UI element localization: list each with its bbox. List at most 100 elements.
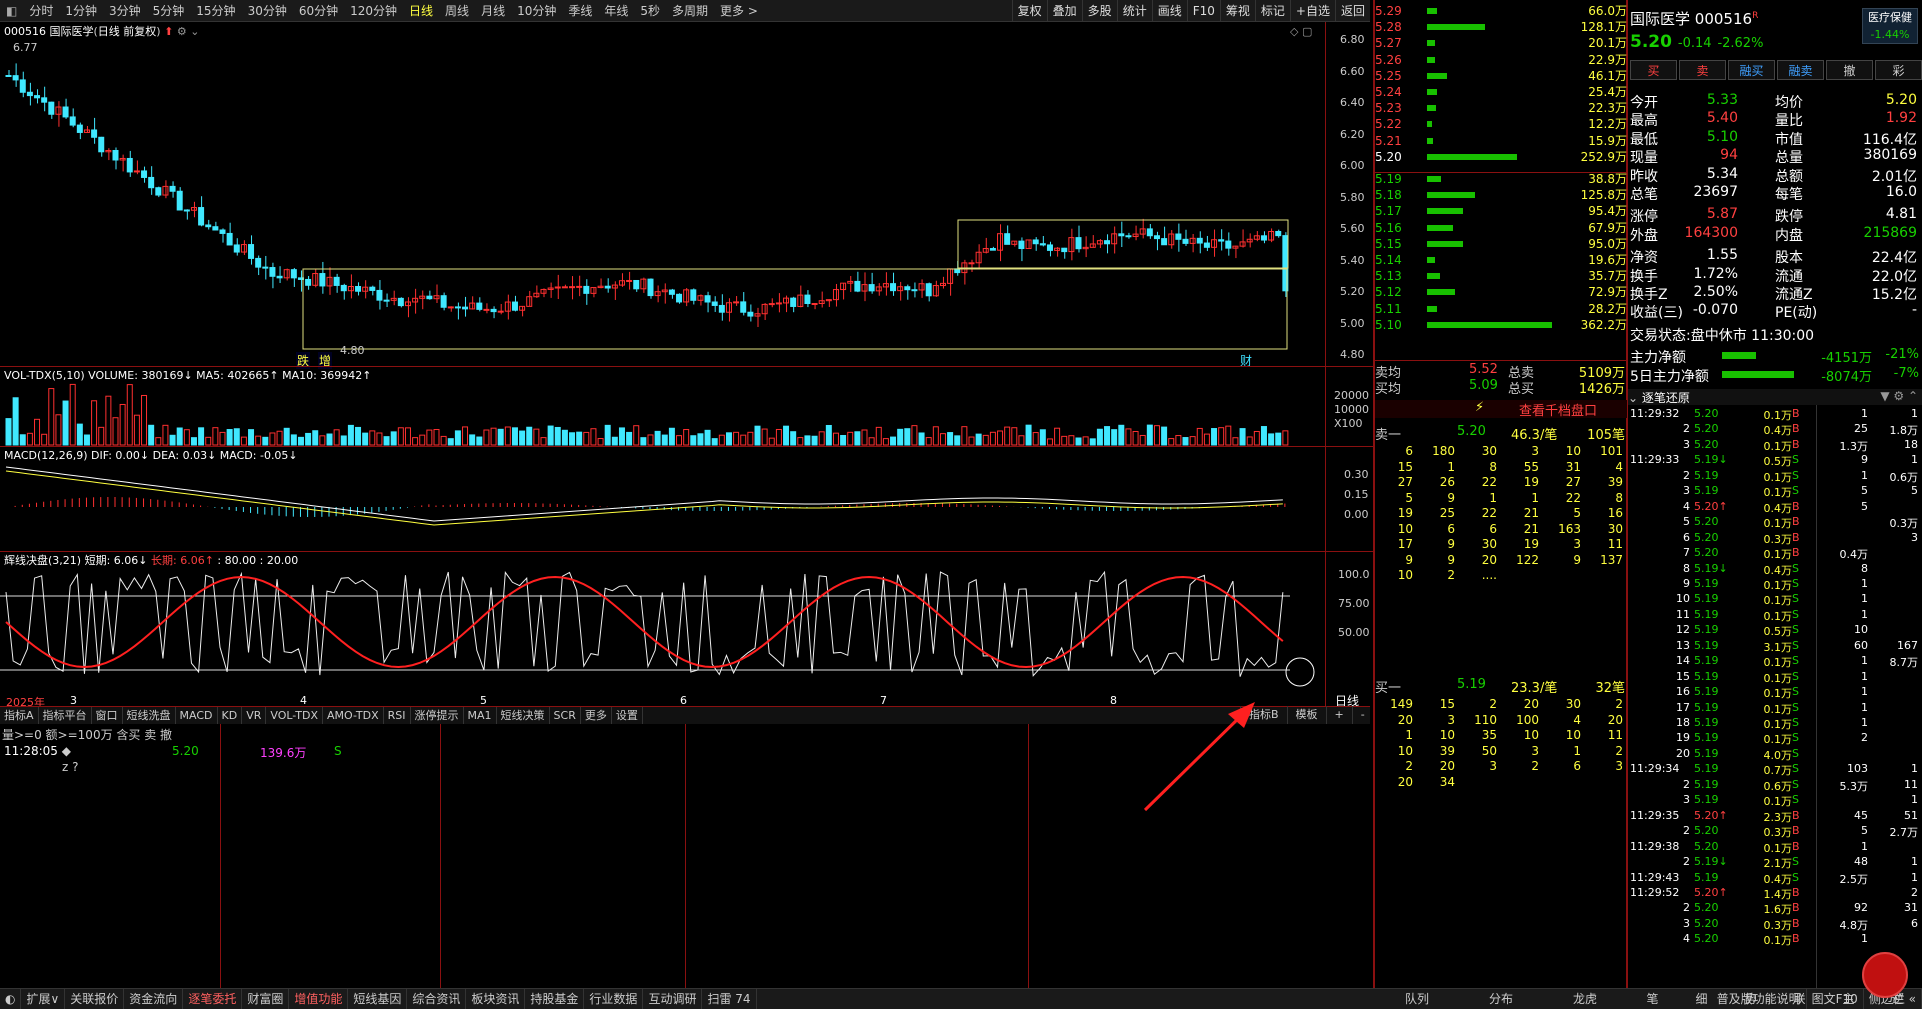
ob-row[interactable]: 5.18 125.8万 <box>1375 187 1627 203</box>
bottom-tab-11[interactable]: 互动调研 <box>643 989 703 1009</box>
ind-tab-14[interactable]: 更多 <box>581 707 612 724</box>
bottom-tab-0[interactable]: 扩展∨ <box>21 989 66 1009</box>
period-tab-11[interactable]: 10分钟 <box>511 0 562 21</box>
toolbar-btn-6[interactable]: 筹视 <box>1219 0 1255 22</box>
toolbar-btn-0[interactable]: 复权 <box>1011 0 1047 22</box>
trade-btn-2[interactable]: 融买 <box>1728 60 1775 80</box>
ob-row[interactable]: 5.19 38.8万 <box>1375 171 1627 187</box>
ind-tab-5[interactable]: KD <box>218 707 243 724</box>
bottom-tab-8[interactable]: 板块资讯 <box>466 989 526 1009</box>
tick-tab-3[interactable]: 联 <box>1775 990 1824 1007</box>
bottom-tab-2[interactable]: 资金流向 <box>124 989 184 1009</box>
oscillator-chart[interactable] <box>0 552 1375 707</box>
trade-btn-0[interactable]: 买 <box>1630 60 1677 80</box>
period-tab-3[interactable]: 5分钟 <box>147 0 191 21</box>
toolbar-btn-2[interactable]: 多股 <box>1081 0 1117 22</box>
period-tab-8[interactable]: 日线 <box>403 0 439 21</box>
bottom-tab-9[interactable]: 持股基金 <box>525 989 585 1009</box>
period-tab-13[interactable]: 年线 <box>598 0 634 21</box>
ob-row[interactable]: 5.12 72.9万 <box>1375 284 1627 300</box>
toolbar-btn-5[interactable]: F10 <box>1186 0 1220 22</box>
trade-btn-3[interactable]: 融卖 <box>1777 60 1824 80</box>
bottom-tab-5[interactable]: 增值功能 <box>289 989 349 1009</box>
bottom-tab-12[interactable]: 扫雷 74 <box>702 989 757 1009</box>
bottom-tab-6[interactable]: 短线基因 <box>348 989 408 1009</box>
ob-row[interactable]: 5.21 15.9万 <box>1375 133 1627 149</box>
toolbar-btn-1[interactable]: 叠加 <box>1046 0 1082 22</box>
period-tab-4[interactable]: 15分钟 <box>190 0 241 21</box>
period-tab-5[interactable]: 30分钟 <box>242 0 293 21</box>
filter-text[interactable]: 量>=0 额>=100万 含买 卖 撤 <box>2 726 172 743</box>
ind-tab-7[interactable]: VOL-TDX <box>266 707 323 724</box>
bottom-tab-3[interactable]: 逐笔委托 <box>183 989 243 1009</box>
chevron-down-icon[interactable]: ⌄ <box>1628 391 1638 405</box>
ob-row[interactable]: 5.13 35.7万 <box>1375 268 1627 284</box>
ind-tab-4[interactable]: MACD <box>176 707 218 724</box>
ob-row[interactable]: 5.28 128.1万 <box>1375 19 1627 35</box>
ob-tab-2[interactable]: 龙虎 <box>1543 990 1627 1007</box>
period-tab-7[interactable]: 120分钟 <box>344 0 403 21</box>
filter-row[interactable]: 11:28:05 ◆ 5.20 139.6万 S <box>4 744 354 758</box>
period-tab-14[interactable]: 5秒 <box>634 0 666 21</box>
ob-tab-0[interactable]: 队列 <box>1375 990 1459 1007</box>
ob-row[interactable]: 5.14 19.6万 <box>1375 252 1627 268</box>
ind-right-tab-1[interactable]: 模板 <box>1286 706 1326 724</box>
period-tab-12[interactable]: 季线 <box>562 0 598 21</box>
ind-right-tab-3[interactable]: - <box>1351 706 1373 724</box>
bottom-tab-1[interactable]: 关联报价 <box>65 989 125 1009</box>
tick-tab-1[interactable]: 细 <box>1677 990 1726 1007</box>
ob-row[interactable]: 5.29 66.0万 <box>1375 3 1627 19</box>
ind-tab-10[interactable]: 涨停提示 <box>411 707 464 724</box>
ind-tab-1[interactable]: 指标平台 <box>39 707 92 724</box>
ind-tab-6[interactable]: VR <box>242 707 267 724</box>
sector-badge[interactable]: 医疗保健 -1.44% <box>1862 8 1918 44</box>
period-tab-6[interactable]: 60分钟 <box>293 0 344 21</box>
period-tab-1[interactable]: 1分钟 <box>59 0 103 21</box>
ob-row[interactable]: 5.20 252.9万 <box>1375 149 1627 165</box>
window-menu-icon[interactable]: ◧ <box>0 0 23 21</box>
ind-tab-13[interactable]: SCR <box>550 707 581 724</box>
ind-tab-15[interactable]: 设置 <box>612 707 643 724</box>
ind-tab-11[interactable]: MA1 <box>464 707 497 724</box>
ind-tab-8[interactable]: AMO-TDX <box>323 707 384 724</box>
ind-tab-9[interactable]: RSI <box>384 707 411 724</box>
toolbar-btn-4[interactable]: 画线 <box>1151 0 1187 22</box>
period-tab-2[interactable]: 3分钟 <box>103 0 147 21</box>
period-tab-0[interactable]: 分时 <box>23 0 59 21</box>
tick-tab-2[interactable]: 势 <box>1726 990 1775 1007</box>
ob-row[interactable]: 5.15 95.0万 <box>1375 236 1627 252</box>
ob-row[interactable]: 5.23 22.3万 <box>1375 100 1627 116</box>
bottom-tab-4[interactable]: 财富圈 <box>242 989 290 1009</box>
trade-btn-5[interactable]: 彩 <box>1875 60 1922 80</box>
ob-row[interactable]: 5.26 22.9万 <box>1375 52 1627 68</box>
period-tab-16[interactable]: 更多 > <box>714 0 764 21</box>
ind-tab-12[interactable]: 短线决策 <box>497 707 550 724</box>
depth-link[interactable]: ⚡ 查看千档盘口 <box>1375 400 1627 418</box>
ob-row[interactable]: 5.11 28.2万 <box>1375 301 1627 317</box>
bottom-tab-7[interactable]: 综合资讯 <box>407 989 467 1009</box>
toolbar-btn-7[interactable]: 标记 <box>1254 0 1290 22</box>
period-tab-15[interactable]: 多周期 <box>666 0 714 21</box>
trade-btn-1[interactable]: 卖 <box>1679 60 1726 80</box>
tick-tab-0[interactable]: 笔 <box>1628 990 1677 1007</box>
toolbar-btn-9[interactable]: 返回 <box>1334 0 1370 22</box>
ob-row[interactable]: 5.27 20.1万 <box>1375 35 1627 51</box>
ind-tab-3[interactable]: 短线洗盘 <box>123 707 176 724</box>
bottom-tab-10[interactable]: 行业数据 <box>584 989 644 1009</box>
ob-row[interactable]: 5.17 95.4万 <box>1375 203 1627 219</box>
ob-row[interactable]: 5.16 67.9万 <box>1375 220 1627 236</box>
toolbar-btn-3[interactable]: 统计 <box>1116 0 1152 22</box>
candlestick-chart[interactable] <box>0 22 1325 367</box>
sort-icon[interactable]: ◆ <box>62 744 71 758</box>
ind-tab-0[interactable]: 指标A <box>0 707 39 724</box>
ob-row[interactable]: 5.22 12.2万 <box>1375 116 1627 132</box>
trade-btn-4[interactable]: 撤 <box>1826 60 1873 80</box>
ob-row[interactable]: 5.25 46.1万 <box>1375 68 1627 84</box>
period-tab-10[interactable]: 月线 <box>475 0 511 21</box>
ob-row[interactable]: 5.10 362.2万 <box>1375 317 1627 333</box>
ob-row[interactable]: 5.24 25.4万 <box>1375 84 1627 100</box>
ob-tab-1[interactable]: 分布 <box>1459 990 1543 1007</box>
ind-tab-2[interactable]: 窗口 <box>92 707 123 724</box>
collapse-icon[interactable]: ◐ <box>0 989 22 1009</box>
tick-tab-4[interactable]: 主 <box>1824 990 1873 1007</box>
